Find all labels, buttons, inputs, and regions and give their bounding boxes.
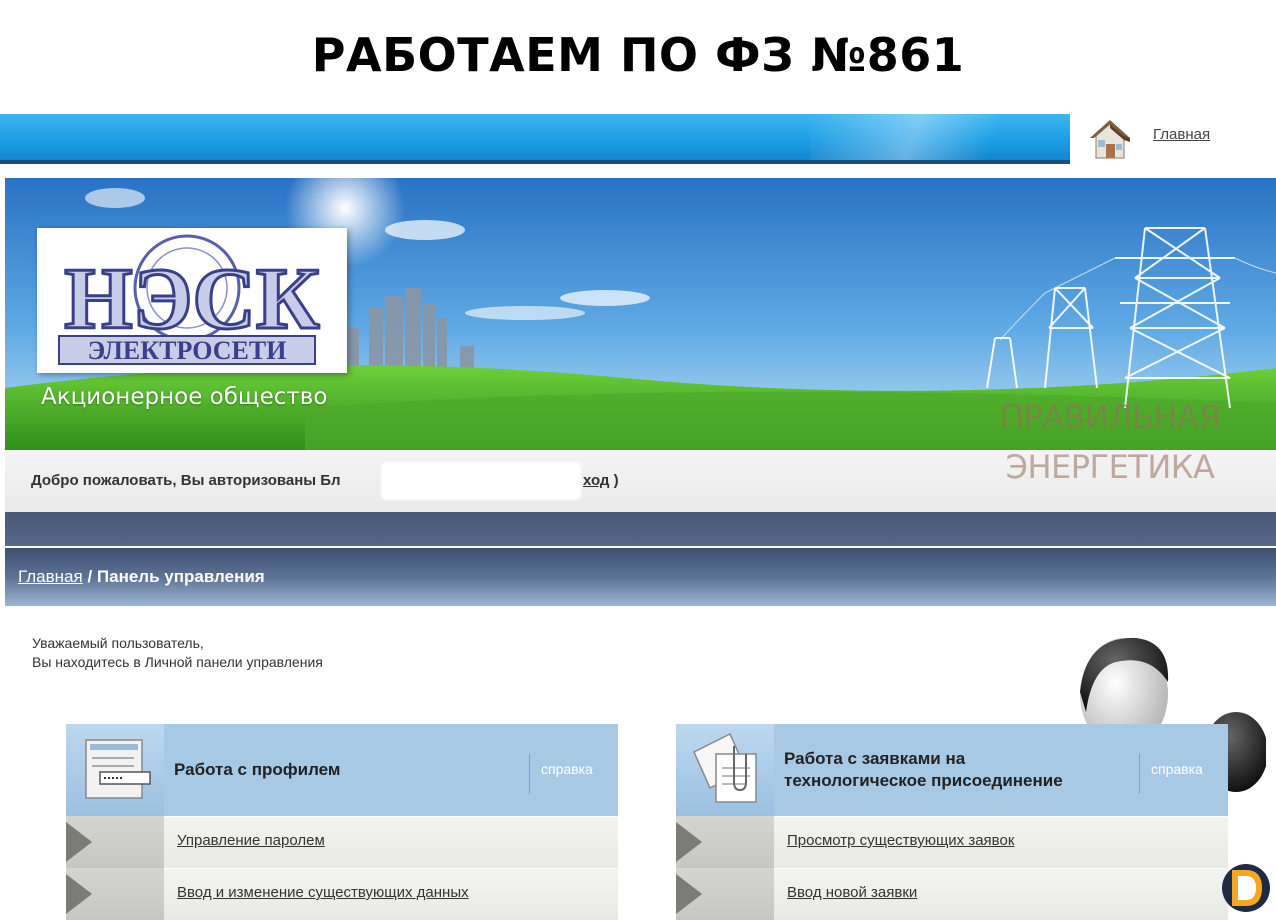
- breadcrumb-bar: Главная / Панель управления: [5, 548, 1276, 606]
- applications-panel-title-line-2: технологическое присоединение: [784, 771, 1063, 790]
- slogan-line-2: ЭНЕРГЕТИКА: [1005, 448, 1215, 486]
- password-management-link[interactable]: Управление паролем: [177, 832, 325, 849]
- profile-panel-header: Работа с профилем справка: [66, 724, 618, 816]
- slogan: ПРАВИЛЬНАЯ ЭНЕРГЕТИКА: [960, 392, 1260, 492]
- list-item[interactable]: Управление паролем: [66, 816, 618, 868]
- banner-subtitle: Акционерное общество: [41, 384, 328, 410]
- greeting-line-2: Вы находитесь в Личной панели управления: [32, 654, 323, 670]
- logout-suffix: ): [613, 472, 619, 489]
- breadcrumb-separator: /: [82, 567, 97, 586]
- list-item[interactable]: Ввод и изменение существующих данных: [66, 868, 618, 920]
- logo-sub-text: ЭЛЕКТРОСЕТИ: [88, 336, 287, 365]
- applications-panel: Работа с заявками на технологическое при…: [676, 724, 1228, 920]
- applications-panel-title-line-1: Работа с заявками на: [784, 749, 966, 768]
- breadcrumb: Главная / Панель управления: [18, 567, 265, 587]
- company-logo: НЭСК ЭЛЕКТРОСЕТИ: [37, 228, 347, 373]
- view-applications-link[interactable]: Просмотр существующих заявок: [787, 832, 1014, 849]
- redacted-username: [381, 462, 581, 500]
- arrow-right-icon: [66, 822, 92, 862]
- site-top-bar: [0, 114, 1070, 164]
- profile-panel-title: Работа с профилем: [174, 760, 341, 779]
- edit-data-link[interactable]: Ввод и изменение существующих данных: [177, 884, 469, 901]
- list-item[interactable]: Просмотр существующих заявок: [676, 816, 1228, 868]
- slide-title: РАБОТАЕМ ПО ФЗ №861: [311, 28, 965, 82]
- greeting: Уважаемый пользователь, Вы находитесь в …: [32, 634, 323, 672]
- greeting-line-1: Уважаемый пользователь,: [32, 635, 204, 651]
- logout: ход ): [583, 472, 619, 489]
- logout-link[interactable]: ход: [583, 472, 609, 489]
- profile-panel: Работа с профилем справка Управление пар…: [66, 724, 618, 920]
- arrow-right-icon: [66, 874, 92, 914]
- profile-panel-divider: [529, 754, 530, 794]
- applications-help-link[interactable]: справка: [1151, 761, 1203, 777]
- arrow-right-icon: [676, 822, 702, 862]
- corner-brand-logo-icon: [1222, 864, 1270, 912]
- home-icon[interactable]: [1086, 114, 1134, 164]
- applications-panel-header: Работа с заявками на технологическое при…: [676, 724, 1228, 816]
- welcome-text: Добро пожаловать, Вы авторизованы Бл: [31, 472, 341, 489]
- arrow-right-icon: [676, 874, 702, 914]
- profile-panel-icon-cell: [66, 724, 164, 816]
- documents-clip-icon: [693, 732, 757, 803]
- home-nav[interactable]: Главная: [1086, 112, 1266, 166]
- applications-panel-icon-cell: [676, 724, 774, 816]
- logo-main-text: НЭСК: [64, 251, 320, 348]
- breadcrumb-home-link[interactable]: Главная: [18, 567, 83, 586]
- new-application-link[interactable]: Ввод новой заявки: [787, 884, 917, 901]
- breadcrumb-current: Панель управления: [96, 567, 265, 586]
- list-item[interactable]: Ввод новой заявки: [676, 868, 1228, 920]
- applications-panel-divider: [1139, 754, 1140, 794]
- main-nav-bar: [5, 512, 1276, 546]
- slogan-line-1: ПРАВИЛЬНАЯ: [999, 398, 1221, 436]
- profile-help-link[interactable]: справка: [541, 761, 593, 777]
- profile-form-icon: [85, 739, 151, 799]
- applications-panel-title: Работа с заявками на технологическое при…: [784, 748, 1063, 792]
- home-link[interactable]: Главная: [1153, 126, 1210, 143]
